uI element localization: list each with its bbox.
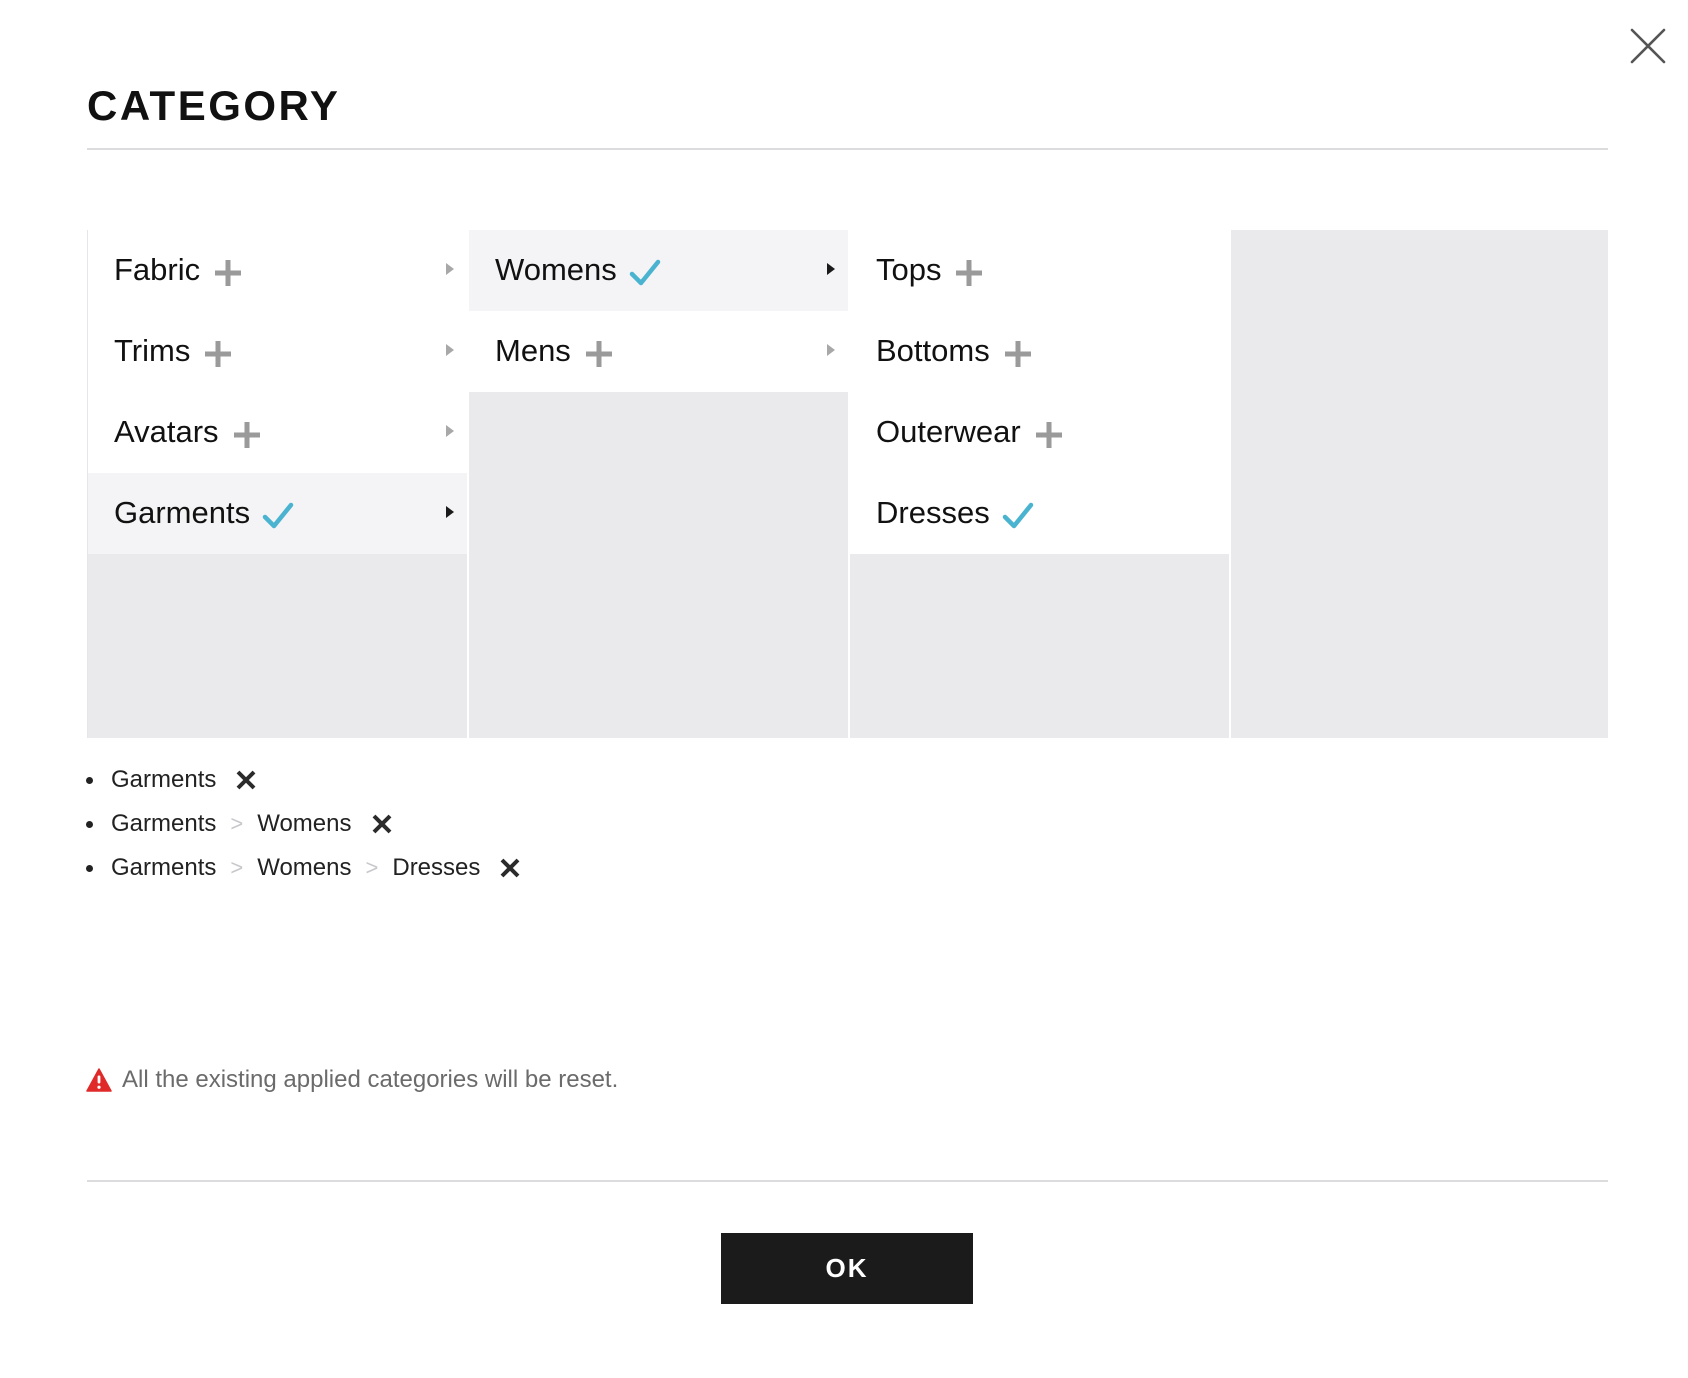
category-column-level-3: Tops Bottoms Outerwear Dresses [850,230,1231,738]
remove-x-icon[interactable] [498,856,522,880]
remove-x-icon[interactable] [370,812,394,836]
plus-icon[interactable] [583,338,615,370]
path-segment: Womens [257,810,352,837]
category-label: Trims [114,333,191,368]
remove-x-icon[interactable] [234,768,258,792]
category-path: Garments > Womens > Dresses [111,848,522,888]
bullet [86,821,93,828]
category-label: Outerwear [876,414,1021,449]
category-column-level-1: Fabric Trims Avatars Garments [87,230,469,738]
path-segment: Womens [257,854,352,881]
category-column-level-4 [1231,230,1608,738]
category-item-bottoms[interactable]: Bottoms [850,311,1229,392]
path-segment: Garments [111,854,217,881]
path-segment: Garments [111,810,217,837]
category-label: Dresses [876,495,990,530]
caret-right-icon[interactable] [826,343,836,357]
category-column-level-2: Womens Mens [469,230,850,738]
category-label: Fabric [114,252,201,287]
modal-title: CATEGORY [87,82,341,129]
category-label: Avatars [114,414,219,449]
plus-icon[interactable] [1033,419,1065,451]
category-item-trims[interactable]: Trims [88,311,467,392]
plus-icon[interactable] [1002,338,1034,370]
warning-triangle-icon [86,1068,112,1092]
path-segment: Dresses [392,854,481,881]
category-item-garments[interactable]: Garments [88,473,467,554]
path-separator: > [230,811,244,836]
category-item-tops[interactable]: Tops [850,230,1229,311]
check-icon[interactable] [629,257,661,289]
category-label: Tops [876,252,942,287]
bullet [86,777,93,784]
plus-icon[interactable] [202,338,234,370]
bullet [86,865,93,872]
category-item-avatars[interactable]: Avatars [88,392,467,473]
category-item-outerwear[interactable]: Outerwear [850,392,1229,473]
plus-icon[interactable] [953,257,985,289]
path-separator: > [230,855,244,880]
check-icon[interactable] [262,500,294,532]
close-icon[interactable] [1628,26,1668,66]
warning-text: All the existing applied categories will… [122,1066,619,1093]
caret-right-icon[interactable] [445,424,455,438]
category-item-womens[interactable]: Womens [469,230,848,311]
check-icon[interactable] [1002,500,1034,532]
ok-button[interactable]: OK [721,1233,973,1304]
caret-right-icon[interactable] [445,343,455,357]
category-path: Garments > Womens [111,804,394,844]
plus-icon[interactable] [212,257,244,289]
category-label: Bottoms [876,333,990,368]
plus-icon[interactable] [231,419,263,451]
caret-right-icon[interactable] [445,505,455,519]
category-label: Womens [495,252,617,287]
category-item-dresses[interactable]: Dresses [850,473,1229,554]
header-divider [87,148,1608,150]
category-item-mens[interactable]: Mens [469,311,848,392]
footer-divider [87,1180,1608,1182]
category-label: Mens [495,333,571,368]
caret-right-icon[interactable] [445,262,455,276]
path-separator: > [365,855,379,880]
caret-right-icon[interactable] [826,262,836,276]
reset-warning: All the existing applied categories will… [86,1066,618,1094]
category-label: Garments [114,495,251,530]
path-segment: Garments [111,766,217,793]
category-browser: Fabric Trims Avatars Garments Womens Mens To… [87,230,1608,738]
category-item-fabric[interactable]: Fabric [88,230,467,311]
category-path: Garments [111,760,258,800]
